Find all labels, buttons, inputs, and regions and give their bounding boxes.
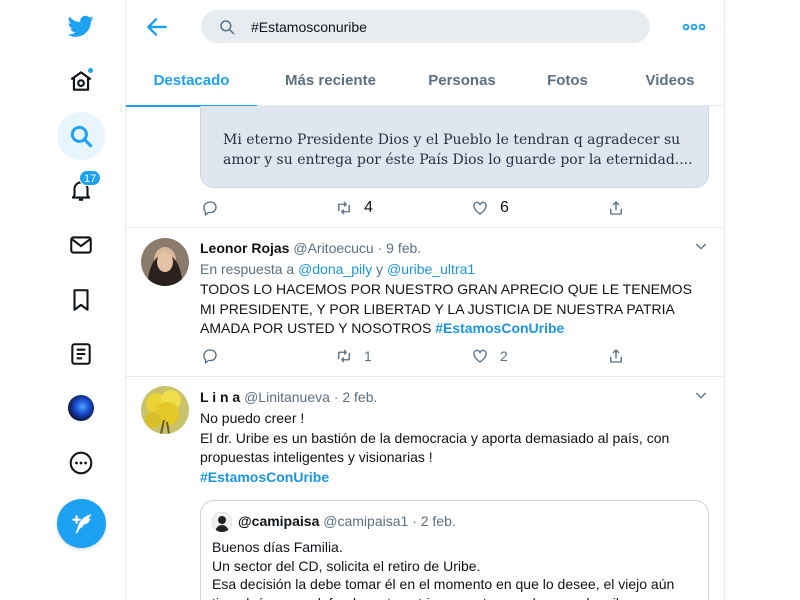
reply-icon	[203, 349, 217, 365]
hashtag-link[interactable]: #EstamosConUribe	[200, 468, 710, 488]
share-button[interactable]	[607, 347, 625, 365]
tweet-image-text: Mi eterno Presidente Dios y el Pueblo le…	[223, 132, 693, 168]
reply-user-link[interactable]: @uribe_ultra1	[387, 261, 475, 277]
twitter-app: 17 Destacado	[0, 0, 800, 600]
reply-prefix: En respuesta a	[200, 261, 295, 277]
tweet-header: L i n a @Linitanueva · 2 feb.	[200, 389, 377, 405]
nav-more-button[interactable]	[57, 439, 105, 487]
author-handle[interactable]: @Linitanueva	[244, 389, 330, 405]
retweet-button[interactable]: 4	[335, 199, 373, 217]
like-count: 2	[500, 348, 508, 364]
quoted-text-line: Esa decisión la debe tomar él en el mome…	[212, 576, 675, 600]
back-arrow-icon[interactable]	[144, 14, 170, 40]
share-button[interactable]	[607, 199, 625, 217]
quoted-text: Buenos días Familia. Un sector del CD, s…	[212, 538, 702, 600]
retweet-icon	[338, 201, 350, 215]
retweet-count: 4	[364, 199, 373, 216]
quoted-avatar	[212, 512, 232, 532]
tweet-header: Leonor Rojas @Aritoecucu · 9 feb.	[200, 240, 421, 256]
quoted-author-handle: @camipaisa1	[323, 513, 409, 529]
tweet-date[interactable]: · 9 feb.	[378, 240, 422, 256]
bookmark-icon	[73, 289, 89, 311]
author-name[interactable]: L i n a	[200, 389, 240, 405]
reply-button[interactable]	[201, 199, 219, 217]
search-icon	[220, 19, 235, 34]
tab-personas[interactable]: Personas	[404, 54, 520, 106]
like-count: 6	[500, 199, 509, 216]
quoted-date: · 2 feb.	[412, 513, 456, 529]
quoted-header: @camipaisa @camipaisa1 · 2 feb.	[238, 513, 456, 529]
quoted-text-line: Un sector del CD, solicita el retiro de …	[212, 557, 481, 574]
search-header	[126, 0, 724, 54]
tweet-text-line: El dr. Uribe es un bastión de la democra…	[200, 429, 670, 466]
mail-icon	[70, 236, 92, 254]
tab-mas-reciente[interactable]: Más reciente	[257, 54, 404, 106]
tab-destacado[interactable]: Destacado	[126, 54, 257, 107]
nav-notifications-button[interactable]: 17	[57, 166, 105, 214]
nav-explore-button[interactable]	[57, 112, 105, 160]
heart-icon	[473, 349, 487, 363]
nav-lists-button[interactable]	[57, 330, 105, 378]
share-icon	[610, 349, 622, 363]
notifications-count-badge: 17	[79, 170, 102, 186]
tweet-leonor-rojas[interactable]: Leonor Rojas @Aritoecucu · 9 feb. En res…	[126, 228, 724, 376]
tab-fotos[interactable]: Fotos	[520, 54, 615, 106]
reply-and: y	[376, 261, 384, 277]
nav-messages-button[interactable]	[57, 221, 105, 269]
tweet-text: TODOS LO HACEMOS POR NUESTRO GRAN APRECI…	[200, 280, 710, 339]
tweet-date[interactable]: · 2 feb.	[334, 389, 378, 405]
search-input[interactable]	[251, 18, 631, 35]
left-navigation: 17	[0, 0, 126, 600]
chevron-down-icon[interactable]	[693, 238, 709, 254]
nav-profile-button[interactable]	[57, 384, 105, 432]
reply-button[interactable]	[201, 347, 219, 365]
compose-tweet-button[interactable]	[57, 499, 106, 548]
hashtag-link[interactable]: #EstamosConUribe	[435, 320, 564, 336]
nav-home-button[interactable]	[57, 57, 105, 105]
author-name[interactable]: Leonor Rojas	[200, 240, 289, 256]
author-handle[interactable]: @Aritoecucu	[293, 240, 373, 256]
list-icon	[71, 343, 91, 365]
nav-bookmarks-button[interactable]	[57, 276, 105, 324]
share-icon	[610, 201, 622, 215]
like-button[interactable]: 2	[471, 347, 508, 365]
avatar[interactable]	[141, 238, 189, 286]
reply-user-link[interactable]: @dona_pily	[298, 261, 372, 277]
tab-videos[interactable]: Videos	[615, 54, 724, 106]
search-box[interactable]	[201, 10, 650, 43]
search-results-column: Destacado Más reciente Personas Fotos Vi…	[126, 0, 725, 600]
feather-plus-icon	[71, 513, 92, 534]
heart-icon	[473, 201, 487, 215]
home-new-dot	[87, 67, 94, 74]
more-circle-icon	[69, 451, 93, 475]
tweet-lina[interactable]: L i n a @Linitanueva · 2 feb. No puedo c…	[126, 377, 724, 600]
profile-avatar	[68, 395, 94, 421]
quoted-text-line: Buenos días Familia.	[212, 539, 343, 555]
tweet-text-line: No puedo creer !	[200, 410, 305, 426]
tweet-text: No puedo creer ! El dr. Uribe es un bast…	[200, 409, 710, 487]
quoted-tweet[interactable]: @camipaisa @camipaisa1 · 2 feb. Buenos d…	[200, 500, 709, 600]
reply-icon	[203, 201, 217, 217]
avatar[interactable]	[141, 386, 189, 434]
retweet-icon	[338, 349, 350, 363]
chevron-down-icon[interactable]	[693, 387, 709, 403]
retweet-count: 1	[364, 348, 372, 364]
tweet-image-card[interactable]: Mi eterno Presidente Dios y el Pueblo le…	[200, 106, 709, 188]
reply-context: En respuesta a @dona_pily y @uribe_ultra…	[200, 261, 475, 277]
retweet-button[interactable]: 1	[335, 347, 372, 365]
search-icon	[70, 125, 93, 148]
quoted-author-name: @camipaisa	[238, 513, 320, 529]
more-options-icon[interactable]	[682, 18, 706, 36]
twitter-logo-icon[interactable]	[57, 2, 105, 50]
search-tabs: Destacado Más reciente Personas Fotos Vi…	[126, 54, 724, 107]
like-button[interactable]: 6	[471, 199, 509, 217]
